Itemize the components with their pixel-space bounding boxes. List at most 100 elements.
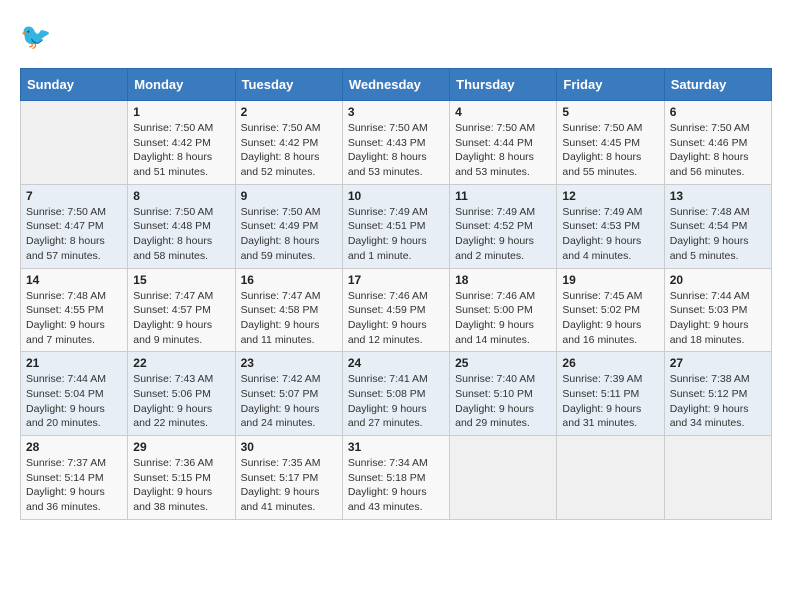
calendar-cell: 13 Sunrise: 7:48 AM Sunset: 4:54 PM Dayli… — [664, 184, 771, 268]
day-info: Sunrise: 7:34 AM Sunset: 5:18 PM Dayligh… — [348, 456, 444, 515]
day-number: 3 — [348, 105, 444, 119]
day-number: 20 — [670, 273, 766, 287]
day-number: 16 — [241, 273, 337, 287]
day-info: Sunrise: 7:46 AM Sunset: 4:59 PM Dayligh… — [348, 289, 444, 348]
day-info: Sunrise: 7:47 AM Sunset: 4:58 PM Dayligh… — [241, 289, 337, 348]
day-number: 7 — [26, 189, 122, 203]
calendar-cell: 9 Sunrise: 7:50 AM Sunset: 4:49 PM Daylig… — [235, 184, 342, 268]
day-number: 28 — [26, 440, 122, 454]
day-number: 6 — [670, 105, 766, 119]
day-info: Sunrise: 7:45 AM Sunset: 5:02 PM Dayligh… — [562, 289, 658, 348]
calendar-cell: 26 Sunrise: 7:39 AM Sunset: 5:11 PM Dayli… — [557, 352, 664, 436]
calendar-week-3: 14 Sunrise: 7:48 AM Sunset: 4:55 PM Dayli… — [21, 268, 772, 352]
calendar-cell — [557, 436, 664, 520]
day-info: Sunrise: 7:48 AM Sunset: 4:54 PM Dayligh… — [670, 205, 766, 264]
day-info: Sunrise: 7:50 AM Sunset: 4:44 PM Dayligh… — [455, 121, 551, 180]
day-info: Sunrise: 7:43 AM Sunset: 5:06 PM Dayligh… — [133, 372, 229, 431]
calendar-cell — [664, 436, 771, 520]
day-number: 15 — [133, 273, 229, 287]
calendar-cell: 23Sunrise: 7:42 AM Sunset: 5:07 PM Dayli… — [235, 352, 342, 436]
day-number: 17 — [348, 273, 444, 287]
calendar-cell: 24 Sunrise: 7:41 AM Sunset: 5:08 PM Dayli… — [342, 352, 449, 436]
calendar-cell: 21Sunrise: 7:44 AM Sunset: 5:04 PM Dayli… — [21, 352, 128, 436]
day-number: 11 — [455, 189, 551, 203]
day-number: 30 — [241, 440, 337, 454]
day-number: 4 — [455, 105, 551, 119]
logo: 🐦 — [20, 20, 60, 56]
calendar-cell: 31 Sunrise: 7:34 AM Sunset: 5:18 PM Dayli… — [342, 436, 449, 520]
day-header-thursday: Thursday — [450, 69, 557, 101]
calendar-cell: 28 Sunrise: 7:37 AM Sunset: 5:14 PM Dayli… — [21, 436, 128, 520]
calendar-cell: 20Sunrise: 7:44 AM Sunset: 5:03 PM Dayli… — [664, 268, 771, 352]
day-info: Sunrise: 7:47 AM Sunset: 4:57 PM Dayligh… — [133, 289, 229, 348]
day-number: 13 — [670, 189, 766, 203]
day-info: Sunrise: 7:50 AM Sunset: 4:43 PM Dayligh… — [348, 121, 444, 180]
day-number: 23 — [241, 356, 337, 370]
day-info: Sunrise: 7:46 AM Sunset: 5:00 PM Dayligh… — [455, 289, 551, 348]
day-number: 25 — [455, 356, 551, 370]
day-info: Sunrise: 7:50 AM Sunset: 4:49 PM Dayligh… — [241, 205, 337, 264]
day-info: Sunrise: 7:41 AM Sunset: 5:08 PM Dayligh… — [348, 372, 444, 431]
calendar-cell: 18 Sunrise: 7:46 AM Sunset: 5:00 PM Dayli… — [450, 268, 557, 352]
calendar-week-1: 1 Sunrise: 7:50 AM Sunset: 4:42 PM Daylig… — [21, 101, 772, 185]
day-number: 8 — [133, 189, 229, 203]
day-number: 12 — [562, 189, 658, 203]
calendar-cell: 19 Sunrise: 7:45 AM Sunset: 5:02 PM Dayli… — [557, 268, 664, 352]
day-number: 18 — [455, 273, 551, 287]
calendar-header-row: SundayMondayTuesdayWednesdayThursdayFrid… — [21, 69, 772, 101]
day-header-friday: Friday — [557, 69, 664, 101]
day-info: Sunrise: 7:37 AM Sunset: 5:14 PM Dayligh… — [26, 456, 122, 515]
calendar-cell: 12Sunrise: 7:49 AM Sunset: 4:53 PM Dayli… — [557, 184, 664, 268]
page-header: 🐦 — [20, 20, 772, 56]
calendar-week-4: 21Sunrise: 7:44 AM Sunset: 5:04 PM Dayli… — [21, 352, 772, 436]
day-info: Sunrise: 7:50 AM Sunset: 4:42 PM Dayligh… — [241, 121, 337, 180]
day-number: 26 — [562, 356, 658, 370]
day-number: 29 — [133, 440, 229, 454]
day-number: 31 — [348, 440, 444, 454]
calendar-cell — [450, 436, 557, 520]
calendar-cell: 11 Sunrise: 7:49 AM Sunset: 4:52 PM Dayli… — [450, 184, 557, 268]
calendar-cell: 17 Sunrise: 7:46 AM Sunset: 4:59 PM Dayli… — [342, 268, 449, 352]
calendar-cell: 5Sunrise: 7:50 AM Sunset: 4:45 PM Daylig… — [557, 101, 664, 185]
day-header-sunday: Sunday — [21, 69, 128, 101]
day-info: Sunrise: 7:38 AM Sunset: 5:12 PM Dayligh… — [670, 372, 766, 431]
day-info: Sunrise: 7:50 AM Sunset: 4:42 PM Dayligh… — [133, 121, 229, 180]
day-info: Sunrise: 7:44 AM Sunset: 5:04 PM Dayligh… — [26, 372, 122, 431]
calendar-cell: 2 Sunrise: 7:50 AM Sunset: 4:42 PM Daylig… — [235, 101, 342, 185]
day-number: 24 — [348, 356, 444, 370]
calendar-cell: 22 Sunrise: 7:43 AM Sunset: 5:06 PM Dayli… — [128, 352, 235, 436]
day-header-wednesday: Wednesday — [342, 69, 449, 101]
day-number: 2 — [241, 105, 337, 119]
calendar-week-5: 28 Sunrise: 7:37 AM Sunset: 5:14 PM Dayli… — [21, 436, 772, 520]
day-info: Sunrise: 7:48 AM Sunset: 4:55 PM Dayligh… — [26, 289, 122, 348]
day-info: Sunrise: 7:50 AM Sunset: 4:46 PM Dayligh… — [670, 121, 766, 180]
day-info: Sunrise: 7:49 AM Sunset: 4:51 PM Dayligh… — [348, 205, 444, 264]
day-info: Sunrise: 7:35 AM Sunset: 5:17 PM Dayligh… — [241, 456, 337, 515]
svg-text:🐦: 🐦 — [20, 23, 51, 51]
day-number: 10 — [348, 189, 444, 203]
calendar-week-2: 7 Sunrise: 7:50 AM Sunset: 4:47 PM Daylig… — [21, 184, 772, 268]
day-header-saturday: Saturday — [664, 69, 771, 101]
calendar-cell: 16 Sunrise: 7:47 AM Sunset: 4:58 PM Dayli… — [235, 268, 342, 352]
calendar-cell: 1 Sunrise: 7:50 AM Sunset: 4:42 PM Daylig… — [128, 101, 235, 185]
day-number: 1 — [133, 105, 229, 119]
logo-icon: 🐦 — [20, 20, 56, 56]
day-number: 22 — [133, 356, 229, 370]
calendar-cell: 4 Sunrise: 7:50 AM Sunset: 4:44 PM Daylig… — [450, 101, 557, 185]
day-number: 19 — [562, 273, 658, 287]
calendar-cell: 6 Sunrise: 7:50 AM Sunset: 4:46 PM Daylig… — [664, 101, 771, 185]
day-info: Sunrise: 7:50 AM Sunset: 4:47 PM Dayligh… — [26, 205, 122, 264]
day-info: Sunrise: 7:49 AM Sunset: 4:52 PM Dayligh… — [455, 205, 551, 264]
day-header-tuesday: Tuesday — [235, 69, 342, 101]
calendar-cell: 8 Sunrise: 7:50 AM Sunset: 4:48 PM Daylig… — [128, 184, 235, 268]
calendar-cell: 25 Sunrise: 7:40 AM Sunset: 5:10 PM Dayli… — [450, 352, 557, 436]
day-number: 9 — [241, 189, 337, 203]
day-info: Sunrise: 7:50 AM Sunset: 4:48 PM Dayligh… — [133, 205, 229, 264]
day-info: Sunrise: 7:39 AM Sunset: 5:11 PM Dayligh… — [562, 372, 658, 431]
calendar-cell — [21, 101, 128, 185]
calendar-cell: 14 Sunrise: 7:48 AM Sunset: 4:55 PM Dayli… — [21, 268, 128, 352]
day-header-monday: Monday — [128, 69, 235, 101]
calendar-cell: 10 Sunrise: 7:49 AM Sunset: 4:51 PM Dayli… — [342, 184, 449, 268]
day-info: Sunrise: 7:40 AM Sunset: 5:10 PM Dayligh… — [455, 372, 551, 431]
day-number: 14 — [26, 273, 122, 287]
